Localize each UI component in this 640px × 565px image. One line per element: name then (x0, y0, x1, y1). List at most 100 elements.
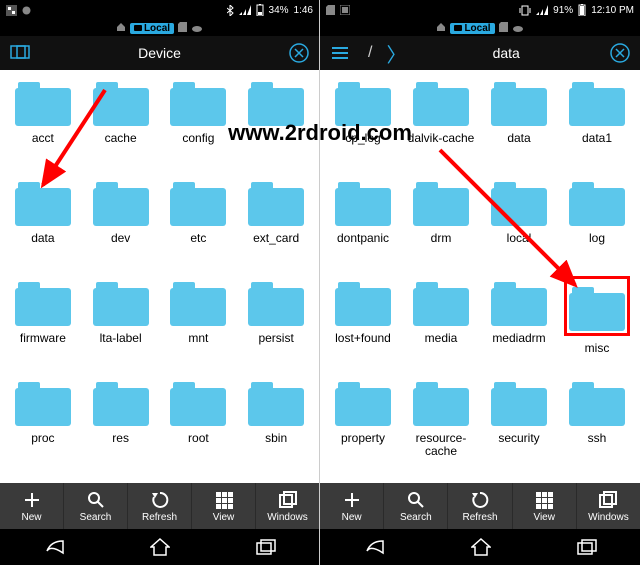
folder-icon (491, 382, 547, 426)
folder-item[interactable]: dontpanic (324, 176, 402, 276)
tool-new[interactable]: New (0, 483, 64, 529)
folder-item[interactable]: property (324, 376, 402, 476)
folder-item[interactable]: security (480, 376, 558, 476)
folder-item[interactable]: log (558, 176, 636, 276)
tool-view[interactable]: View (513, 483, 577, 529)
battery-icon (578, 4, 586, 16)
tool-label: Windows (588, 512, 629, 523)
tool-search[interactable]: Search (384, 483, 448, 529)
folder-item[interactable]: firmware (4, 276, 82, 376)
folder-icon (569, 287, 625, 331)
folder-icon (413, 382, 469, 426)
menu-icon[interactable] (326, 39, 354, 67)
folder-item[interactable]: res (82, 376, 160, 476)
tool-windows[interactable]: Windows (256, 483, 319, 529)
close-button[interactable] (285, 39, 313, 67)
folder-item[interactable]: dalvik-cache (402, 76, 480, 176)
folder-item[interactable] (237, 76, 315, 176)
tool-search[interactable]: Search (64, 483, 128, 529)
folder-item[interactable]: data1 (558, 76, 636, 176)
drawer-icon[interactable] (6, 39, 34, 67)
toolbar: NewSearchRefreshViewWindows (0, 483, 319, 529)
close-button[interactable] (606, 39, 634, 67)
folder-item[interactable]: data (4, 176, 82, 276)
folder-item[interactable]: dev (82, 176, 160, 276)
vibrate-icon (519, 5, 531, 16)
folder-item[interactable]: persist (237, 276, 315, 376)
local-chip-label: Local (144, 23, 170, 34)
folder-label: ssh (588, 432, 607, 445)
folder-item[interactable]: mediadrm (480, 276, 558, 376)
folder-icon (491, 282, 547, 326)
tool-refresh[interactable]: Refresh (448, 483, 512, 529)
local-chip-label: Local (464, 23, 490, 34)
back-button[interactable] (363, 539, 385, 555)
tool-new[interactable]: New (320, 483, 384, 529)
folder-label: persist (258, 332, 293, 345)
folder-icon (93, 82, 149, 126)
folder-icon (248, 282, 304, 326)
folder-icon (248, 82, 304, 126)
folder-item[interactable]: root (160, 376, 238, 476)
status-bar: 34% 1:46 (0, 0, 319, 20)
path-separator[interactable]: / (368, 44, 372, 62)
folder-icon (93, 282, 149, 326)
grid-icon (214, 490, 234, 510)
folder-item[interactable]: cp_log (324, 76, 402, 176)
recent-button[interactable] (577, 539, 597, 555)
folder-label: res (112, 432, 129, 445)
cloud-icon (512, 19, 524, 37)
folder-icon (248, 382, 304, 426)
home-button[interactable] (471, 538, 491, 556)
folder-label: cache (105, 132, 137, 145)
folder-item[interactable]: ext_card (237, 176, 315, 276)
folder-item[interactable]: sbin (237, 376, 315, 476)
tool-refresh[interactable]: Refresh (128, 483, 192, 529)
bluetooth-icon (227, 5, 234, 16)
folder-label: dev (111, 232, 130, 245)
home-button[interactable] (150, 538, 170, 556)
folder-label: acct (32, 132, 54, 145)
battery-label: 91% (553, 5, 573, 16)
folder-item[interactable]: media (402, 276, 480, 376)
tool-label: New (342, 512, 362, 523)
folder-icon (93, 382, 149, 426)
folder-item[interactable]: mnt (160, 276, 238, 376)
path-divider-icon: 〉 (386, 39, 406, 68)
folder-icon (170, 182, 226, 226)
plus-icon (342, 490, 362, 510)
folder-icon (335, 382, 391, 426)
folder-icon (491, 82, 547, 126)
folder-item[interactable]: acct (4, 76, 82, 176)
folder-item[interactable]: data (480, 76, 558, 176)
folder-item[interactable]: resource-cache (402, 376, 480, 476)
cloud-icon (191, 19, 203, 37)
folder-item[interactable]: etc (160, 176, 238, 276)
folder-item[interactable]: lost+found (324, 276, 402, 376)
recent-button[interactable] (256, 539, 276, 555)
folder-item[interactable]: misc (558, 276, 636, 376)
back-button[interactable] (43, 539, 65, 555)
folder-item[interactable]: drm (402, 176, 480, 276)
folder-item[interactable]: lta-label (82, 276, 160, 376)
folder-label: lta-label (100, 332, 142, 345)
header-title: Device (34, 45, 285, 61)
sd-notif-icon (326, 5, 335, 15)
folder-label: media (425, 332, 458, 345)
folder-item[interactable]: proc (4, 376, 82, 476)
tool-view[interactable]: View (192, 483, 256, 529)
folder-item[interactable]: cache (82, 76, 160, 176)
folder-item[interactable]: config (160, 76, 238, 176)
battery-label: 34% (269, 5, 289, 16)
folder-item[interactable]: local (480, 176, 558, 276)
refresh-icon (150, 490, 170, 510)
local-chip[interactable]: Local (450, 23, 494, 34)
android-navbar (320, 529, 640, 565)
tool-windows[interactable]: Windows (577, 483, 640, 529)
sd-icon (499, 19, 508, 37)
windows-icon (278, 490, 298, 510)
folder-item[interactable]: ssh (558, 376, 636, 476)
local-chip[interactable]: Local (130, 23, 174, 34)
header: / 〉 data (320, 36, 640, 70)
folder-icon (413, 82, 469, 126)
